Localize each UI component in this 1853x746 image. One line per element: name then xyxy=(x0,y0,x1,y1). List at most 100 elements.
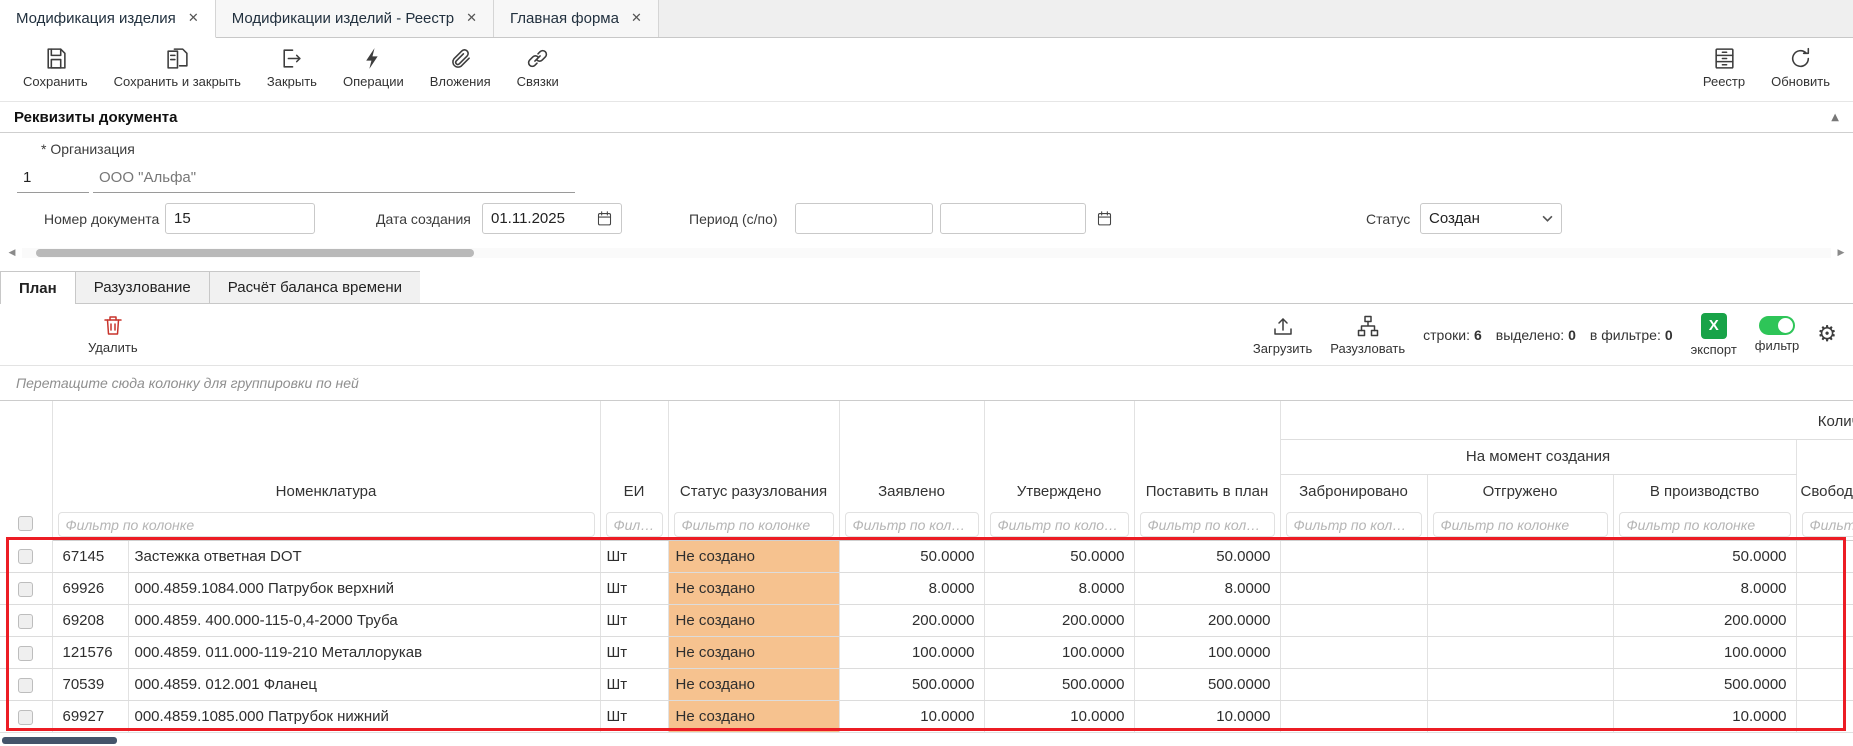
toggle-on-icon[interactable] xyxy=(1759,316,1795,335)
row-approved: 100.0000 xyxy=(984,637,1134,669)
period-from-input[interactable] xyxy=(804,210,924,227)
row-checkbox[interactable] xyxy=(18,614,33,629)
table-row[interactable]: 69926 000.4859.1084.000 Патрубок верхний… xyxy=(0,573,1853,605)
filter-toggle-button[interactable]: фильтр xyxy=(1755,316,1799,353)
section-title: Реквизиты документа xyxy=(14,109,177,126)
filter-input-requested[interactable] xyxy=(845,512,979,537)
delete-button-label: Удалить xyxy=(88,340,138,355)
scrollbar-thumb[interactable] xyxy=(36,249,474,257)
row-in-production: 500.0000 xyxy=(1613,669,1796,701)
row-reserved xyxy=(1280,637,1427,669)
filter-input-to-plan[interactable] xyxy=(1140,512,1275,537)
filter-input-reserved[interactable] xyxy=(1286,512,1422,537)
row-free xyxy=(1796,541,1853,573)
window-tab-main-form[interactable]: Главная форма ✕ xyxy=(494,0,659,37)
window-tab-label: Главная форма xyxy=(510,10,619,27)
row-id: 70539 xyxy=(52,669,128,701)
status-select[interactable]: Создан xyxy=(1420,203,1562,234)
filter-input-approved[interactable] xyxy=(990,512,1129,537)
save-and-close-button[interactable]: Сохранить и закрыть xyxy=(101,44,254,91)
select-all-checkbox[interactable] xyxy=(18,516,33,531)
row-checkbox[interactable] xyxy=(18,678,33,693)
row-id: 67145 xyxy=(52,541,128,573)
close-icon[interactable]: ✕ xyxy=(466,11,477,26)
window-tab-modifications-registry[interactable]: Модификации изделий - Реестр ✕ xyxy=(216,0,494,37)
organization-code-field[interactable]: 1 xyxy=(17,163,89,193)
operations-button[interactable]: Операции xyxy=(330,44,417,91)
table-row[interactable]: 121576 000.4859. 011.000-119-210 Металло… xyxy=(0,637,1853,669)
row-requested: 200.0000 xyxy=(839,605,984,637)
row-checkbox[interactable] xyxy=(18,710,33,725)
status-badge: Не создано xyxy=(668,701,839,733)
close-icon[interactable]: ✕ xyxy=(631,11,642,26)
row-checkbox[interactable] xyxy=(18,549,33,564)
table-row[interactable]: 67145 Застежка ответная DOT Шт Не создан… xyxy=(0,541,1853,573)
scroll-right-icon[interactable]: ▶ xyxy=(1835,248,1847,258)
refresh-button[interactable]: Обновить xyxy=(1758,44,1843,91)
attachments-button[interactable]: Вложения xyxy=(417,44,504,91)
filter-input-free[interactable] xyxy=(1802,512,1853,537)
close-icon[interactable]: ✕ xyxy=(188,11,199,26)
row-reserved xyxy=(1280,701,1427,733)
explode-button[interactable]: Разузловать xyxy=(1330,314,1405,356)
row-nomenclature: 000.4859. 011.000-119-210 Металлорукав xyxy=(128,637,600,669)
creation-date-input[interactable] xyxy=(491,210,592,227)
column-header-status[interactable]: Статус разузлования xyxy=(668,401,839,509)
row-reserved xyxy=(1280,669,1427,701)
close-button[interactable]: Закрыть xyxy=(254,44,330,91)
close-button-label: Закрыть xyxy=(267,74,317,89)
column-header-free[interactable]: Свободный остаток xyxy=(1796,439,1853,509)
rows-count-value: 6 xyxy=(1474,327,1482,343)
scroll-left-icon[interactable]: ◀ xyxy=(6,248,18,258)
filter-input-status[interactable] xyxy=(674,512,834,537)
row-checkbox[interactable] xyxy=(18,646,33,661)
column-header-unit[interactable]: ЕИ xyxy=(600,401,668,509)
table-row[interactable]: 69208 000.4859. 400.000-115-0,4-2000 Тру… xyxy=(0,605,1853,637)
column-header-requested[interactable]: Заявлено xyxy=(839,401,984,509)
export-button[interactable]: X экспорт xyxy=(1691,313,1737,357)
table-row[interactable]: 69927 000.4859.1085.000 Патрубок нижний … xyxy=(0,701,1853,733)
collapse-up-icon[interactable]: ▲ xyxy=(1831,112,1839,123)
column-header-approved[interactable]: Утверждено xyxy=(984,401,1134,509)
column-header-nomenclature[interactable]: Номенклатура xyxy=(52,401,600,509)
filter-input-shipped[interactable] xyxy=(1433,512,1608,537)
period-calendar-button[interactable] xyxy=(1096,210,1113,232)
tab-plan[interactable]: План xyxy=(0,271,75,304)
filter-input-nomenclature[interactable] xyxy=(58,512,595,537)
row-id: 69208 xyxy=(52,605,128,637)
column-header-reserved[interactable]: Забронировано xyxy=(1280,474,1427,509)
registry-button[interactable]: Реестр xyxy=(1690,44,1758,91)
load-button[interactable]: Загрузить xyxy=(1253,314,1312,356)
status-select-value: Создан xyxy=(1429,210,1480,227)
scrollbar-thumb[interactable] xyxy=(2,737,117,744)
organization-name-field[interactable]: ООО "Альфа" xyxy=(93,163,575,193)
tab-time-balance[interactable]: Расчёт баланса времени xyxy=(209,271,420,303)
scrollbar-track[interactable] xyxy=(22,248,1831,258)
filter-input-unit[interactable] xyxy=(606,512,663,537)
column-header-shipped[interactable]: Отгружено xyxy=(1427,474,1613,509)
period-to-input[interactable] xyxy=(949,210,1077,227)
window-tab-modification[interactable]: Модификация изделия ✕ xyxy=(0,0,216,38)
gear-icon[interactable]: ⚙ xyxy=(1817,324,1837,346)
links-button[interactable]: Связки xyxy=(504,44,572,91)
column-header-in-production[interactable]: В производство xyxy=(1613,474,1796,509)
delete-button[interactable]: Удалить xyxy=(88,313,138,355)
table-row[interactable]: 70539 000.4859. 012.001 Фланец Шт Не соз… xyxy=(0,669,1853,701)
save-button[interactable]: Сохранить xyxy=(10,44,101,91)
export-button-label: экспорт xyxy=(1691,342,1737,357)
column-header-to-plan[interactable]: Поставить в план xyxy=(1134,401,1280,509)
document-number-input[interactable] xyxy=(174,210,306,227)
data-grid: Номенклатура ЕИ Статус разузлования Заяв… xyxy=(0,401,1853,732)
row-free xyxy=(1796,637,1853,669)
row-nomenclature: 000.4859. 400.000-115-0,4-2000 Труба xyxy=(128,605,600,637)
row-shipped xyxy=(1427,605,1613,637)
form-horizontal-scrollbar: ◀ ▶ xyxy=(0,241,1853,265)
row-reserved xyxy=(1280,541,1427,573)
chain-link-icon xyxy=(525,46,550,71)
tab-explosion[interactable]: Разузлование xyxy=(75,271,209,303)
group-by-drop-zone[interactable]: Перетащите сюда колонку для группировки … xyxy=(0,365,1853,401)
filter-input-in-production[interactable] xyxy=(1619,512,1791,537)
row-to-plan: 50.0000 xyxy=(1134,541,1280,573)
calendar-icon[interactable] xyxy=(596,210,613,227)
row-checkbox[interactable] xyxy=(18,582,33,597)
